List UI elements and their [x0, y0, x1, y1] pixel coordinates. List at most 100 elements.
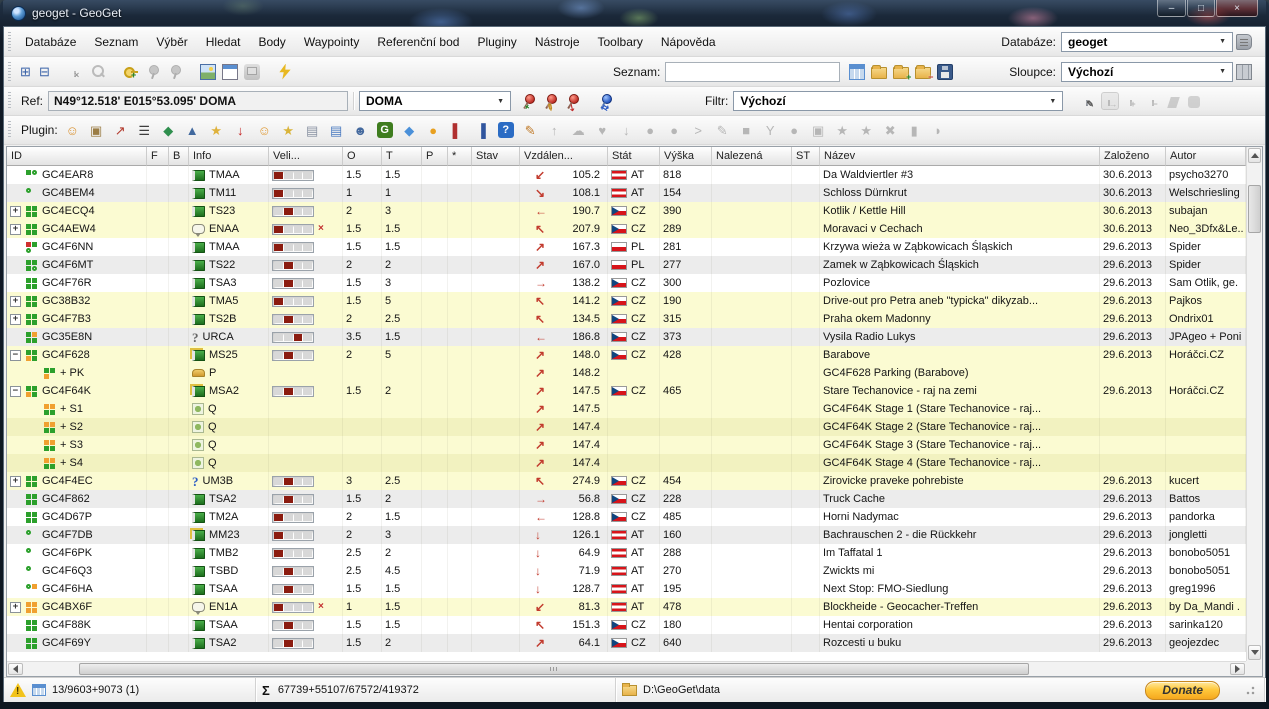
toolbar-grip[interactable]: [8, 121, 11, 139]
columns-icon[interactable]: [1236, 64, 1252, 80]
ref-point-combo[interactable]: DOMA ▼: [359, 91, 511, 111]
column-header-stt[interactable]: Stát: [608, 147, 660, 166]
plugin-gpx-edit-icon[interactable]: ✎: [521, 121, 540, 140]
plugin-user-download-icon[interactable]: ☻: [351, 121, 370, 140]
plugin-barcode-check-icon[interactable]: ☰: [135, 121, 154, 140]
plugin-smiley-download-icon[interactable]: ☺: [255, 121, 274, 140]
table-row[interactable]: GC4EAR8TMAA1.51.5↙105.2AT818Da Waldviert…: [7, 166, 1246, 184]
menu-seznam[interactable]: Seznam: [85, 35, 147, 49]
menu-hledat[interactable]: Hledat: [197, 35, 250, 49]
database-icon[interactable]: [1236, 34, 1252, 50]
scroll-up-button[interactable]: [1248, 148, 1261, 163]
plugin-page-download-icon[interactable]: ▤: [303, 121, 322, 140]
collapse-all-icon[interactable]: ⊟: [35, 62, 54, 81]
columns-combo[interactable]: Výchozí ▼: [1061, 62, 1233, 82]
list-add-icon[interactable]: [893, 67, 909, 79]
table-row[interactable]: −GC4F64KMSA21.52↗147.5CZ465Stare Techano…: [7, 382, 1246, 400]
table-row[interactable]: GC4F6NNTMAA1.51.5↗167.3PL281Krzywa wieża…: [7, 238, 1246, 256]
plugin-smiley-icon[interactable]: ☺: [63, 121, 82, 140]
table-row[interactable]: GC4F6Q3TSBD2.54.5↓71.9AT270Zwickts mi29.…: [7, 562, 1246, 580]
close-button[interactable]: ×: [1216, 0, 1258, 17]
table-row[interactable]: +GC4F4EC?UM3B32.5↖274.9CZ454Zirovicke pr…: [7, 472, 1246, 490]
plugin-pin-star-icon[interactable]: ★: [207, 121, 226, 140]
table-row[interactable]: GC4D67PTM2A21.5←128.8CZ485Horni Nadymac2…: [7, 508, 1246, 526]
plugin-help-icon[interactable]: ?: [498, 122, 514, 138]
scroll-down-button[interactable]: [1248, 645, 1261, 660]
menu-v-b-r[interactable]: Výběr: [147, 35, 196, 49]
plugin-puzzle-icon[interactable]: ◆: [400, 121, 419, 140]
column-header-id[interactable]: ID: [7, 147, 147, 166]
row-expander[interactable]: +: [10, 224, 21, 235]
list-save-icon[interactable]: [937, 64, 953, 80]
table-row[interactable]: GC4F6HATSAA1.51.5↓128.7AT195Next Stop: F…: [7, 580, 1246, 598]
table-row[interactable]: + S4Q↗147.4GC4F64K Stage 4 (Stare Techan…: [7, 454, 1246, 472]
table-row[interactable]: GC4F76RTSA31.53→138.2CZ300Pozlovice29.6.…: [7, 274, 1246, 292]
refpoint-add-icon[interactable]: [520, 93, 536, 109]
plugin-truck-icon[interactable]: ▣: [87, 121, 106, 140]
table-row[interactable]: GC4F862TSA21.52→56.8CZ228Truck Cache29.6…: [7, 490, 1246, 508]
row-expander[interactable]: +: [10, 602, 21, 613]
database-combo[interactable]: geoget ▼: [1061, 32, 1233, 52]
map-view-icon[interactable]: [200, 64, 216, 80]
seznam-input[interactable]: [665, 62, 840, 82]
row-expander[interactable]: +: [10, 206, 21, 217]
row-expander[interactable]: −: [10, 386, 21, 397]
plugin-chart-red-icon[interactable]: ▌: [448, 121, 467, 140]
table-row[interactable]: GC4F88KTSAA1.51.5↖151.3CZ180Hentai corpo…: [7, 616, 1246, 634]
table-row[interactable]: +GC4AEW4ENAA×1.51.5↖207.9CZ289Moravaci v…: [7, 220, 1246, 238]
column-header-autor[interactable]: Autor: [1166, 147, 1246, 166]
table-row[interactable]: + S2Q↗147.4GC4F64K Stage 2 (Stare Techan…: [7, 418, 1246, 436]
plugin-mountains-icon[interactable]: ▲: [183, 121, 202, 140]
maximize-button[interactable]: □: [1187, 0, 1215, 17]
menu-body[interactable]: Body: [249, 35, 294, 49]
plugin-geokuk-icon[interactable]: G: [377, 122, 393, 138]
table-row[interactable]: GC4F7DBMM2323↓126.1AT160Bachrauschen 2 -…: [7, 526, 1246, 544]
list-open-icon[interactable]: [871, 67, 887, 79]
refpoint-edit-icon[interactable]: [542, 93, 558, 109]
table-row[interactable]: + S1Q↗147.5GC4F64K Stage 1 (Stare Techan…: [7, 400, 1246, 418]
ref-point-input[interactable]: [48, 91, 348, 111]
row-expander[interactable]: +: [10, 296, 21, 307]
menu-referen-n-bod[interactable]: Referenční bod: [368, 35, 468, 49]
column-header-p[interactable]: P: [422, 147, 448, 166]
column-header-f[interactable]: F: [147, 147, 169, 166]
minimize-button[interactable]: –: [1157, 0, 1186, 17]
column-header-nalezen[interactable]: Nalezená: [712, 147, 792, 166]
table-row[interactable]: GC4F6MTTS2222↗167.0PL277Zamek w Ząbkowic…: [7, 256, 1246, 274]
plugin-download-icon[interactable]: ↓: [231, 121, 250, 140]
row-expander[interactable]: +: [10, 476, 21, 487]
table-row[interactable]: +GC4BX6FEN1A×11.5↙81.3AT478Blockheide - …: [7, 598, 1246, 616]
toolbar-grip[interactable]: [8, 92, 11, 110]
plugin-star-download-icon[interactable]: ★: [279, 121, 298, 140]
vertical-scroll-thumb[interactable]: [1248, 185, 1261, 233]
refpoint-goto-icon[interactable]: [564, 93, 580, 109]
plugin-chart-blue-icon[interactable]: ▐: [472, 121, 491, 140]
column-header-stav[interactable]: Stav: [472, 147, 520, 166]
menu-n-pov-da[interactable]: Nápověda: [652, 35, 725, 49]
filter-edit-icon[interactable]: [1080, 93, 1096, 109]
add-point-icon[interactable]: [123, 64, 139, 80]
plugin-cubes-icon[interactable]: ◆: [159, 121, 178, 140]
table-row[interactable]: GC35E8N?URCA3.51.5←186.8CZ373Vysila Radi…: [7, 328, 1246, 346]
column-header-star[interactable]: *: [448, 147, 472, 166]
column-header-st[interactable]: ST: [792, 147, 820, 166]
refpoint-swap-icon[interactable]: [597, 93, 613, 109]
column-header-veli[interactable]: Veli...: [269, 147, 343, 166]
menu-waypointy[interactable]: Waypointy: [295, 35, 369, 49]
donate-button[interactable]: Donate: [1145, 681, 1220, 700]
toolbar-grip[interactable]: [8, 62, 11, 81]
plugin-stats-export-icon[interactable]: ↗: [111, 121, 130, 140]
table-row[interactable]: GC4BEM4TM1111↘108.1AT154Schloss Dürnkrut…: [7, 184, 1246, 202]
horizontal-scrollbar[interactable]: [7, 661, 1246, 676]
table-row[interactable]: +GC38B32TMA51.55↖141.2CZ190Drive-out pro…: [7, 292, 1246, 310]
row-expander[interactable]: +: [10, 314, 21, 325]
listing-window-icon[interactable]: [222, 64, 238, 80]
vertical-scrollbar[interactable]: [1246, 147, 1262, 661]
table-row[interactable]: + S3Q↗147.4GC4F64K Stage 3 (Stare Techan…: [7, 436, 1246, 454]
table-row[interactable]: GC4F69YTSA21.52↗64.1CZ640Rozcesti u buku…: [7, 634, 1246, 652]
list-remove-icon[interactable]: [915, 67, 931, 79]
plugin-page-blue-download-icon[interactable]: ▤: [327, 121, 346, 140]
column-header-o[interactable]: O: [343, 147, 382, 166]
menu-n-stroje[interactable]: Nástroje: [526, 35, 589, 49]
scroll-left-button[interactable]: [8, 663, 23, 675]
